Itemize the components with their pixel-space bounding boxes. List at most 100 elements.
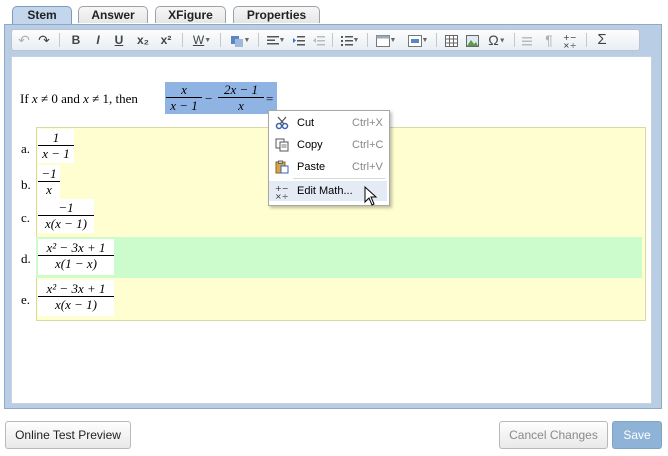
online-test-preview-button[interactable]: Online Test Preview (5, 421, 131, 449)
special-char-dropdown[interactable]: Ω▼ (484, 31, 510, 49)
numbered-list-icon (340, 35, 353, 46)
cancel-changes-button[interactable]: Cancel Changes (499, 421, 608, 449)
stem-equals: = (266, 91, 274, 106)
stem-one: 1, (102, 91, 113, 106)
stem-prefix: If (20, 91, 29, 106)
menu-item-shortcut: Ctrl+V (352, 161, 383, 173)
question-stem[interactable]: If x ≠ 0 and x ≠ 1, then (20, 91, 138, 107)
math-edit-icon: +− ×÷ (275, 184, 289, 201)
omega-icon: Ω (488, 32, 499, 48)
menu-divider (293, 178, 385, 179)
stem-and: and (61, 91, 80, 106)
tab-answer[interactable]: Answer (78, 6, 148, 23)
chevron-down-icon: ▼ (421, 36, 429, 44)
subscript-button[interactable]: x₂ (133, 31, 153, 49)
context-menu-cut[interactable]: Cut Ctrl+X (269, 113, 387, 133)
save-button[interactable]: Save (612, 421, 662, 449)
fraction-denominator: x − 1 (170, 98, 198, 113)
toolbar-divider (514, 33, 515, 47)
paste-icon (275, 160, 289, 174)
answer-label: e. (21, 292, 31, 307)
stem-var: x (83, 91, 89, 106)
format-icon (407, 34, 422, 47)
editor-toolbar: ↶ ↷ B I U x₂ x² W▼ ▼ ▼ ▼ ▼ ▼ Ω▼ ¶ +− ×÷ Σ (11, 29, 640, 51)
align-left-icon (266, 35, 279, 45)
tab-xfigure[interactable]: XFigure (155, 6, 226, 23)
context-menu-paste[interactable]: Paste Ctrl+V (269, 157, 387, 177)
align-dropdown[interactable]: ▼ (263, 31, 289, 49)
answer-fraction: 1 x − 1 (38, 130, 74, 161)
answer-fraction: −1 x(x − 1) (38, 200, 94, 231)
list-dropdown[interactable]: ▼ (337, 31, 363, 49)
insert-table-button[interactable] (442, 31, 460, 49)
fraction-denominator: x − 1 (42, 146, 70, 161)
translate-dropdown[interactable]: ▼ (225, 31, 255, 49)
tab-stem[interactable]: Stem (12, 6, 72, 25)
fraction-numerator: 2x − 1 (218, 82, 264, 98)
answer-fraction: x² − 3x + 1 x(1 − x) (38, 240, 114, 271)
stem-then: then (115, 91, 138, 106)
indent-icon (293, 35, 305, 46)
stem-neq: ≠ (92, 91, 100, 106)
answer-label: c. (21, 210, 31, 225)
fraction-denominator: x (46, 182, 52, 197)
tab-properties[interactable]: Properties (233, 6, 320, 23)
table-style-dropdown[interactable]: ▼ (372, 31, 400, 49)
copy-icon (275, 138, 289, 152)
menu-item-label: Copy (297, 139, 323, 151)
equation-button[interactable]: Σ (593, 31, 611, 49)
chevron-down-icon: ▼ (389, 36, 397, 44)
chevron-down-icon: ▼ (243, 36, 251, 44)
chevron-down-icon: ▼ (352, 36, 360, 44)
toolbar-divider (182, 33, 183, 47)
toolbar-divider (332, 33, 333, 47)
fraction-denominator: x(1 − x) (55, 256, 97, 271)
redo-button[interactable]: ↷ (36, 31, 52, 49)
menu-item-label: Cut (297, 117, 315, 129)
svg-text:×÷: ×÷ (563, 41, 576, 49)
word-style-icon: W (192, 33, 205, 47)
svg-text:×÷: ×÷ (275, 192, 288, 200)
translate-icon (230, 35, 243, 47)
fraction-denominator: x(x − 1) (55, 297, 97, 312)
italic-button[interactable]: I (90, 31, 106, 49)
answer-label: d. (21, 251, 31, 266)
table-icon (444, 34, 458, 47)
indent-button[interactable] (291, 31, 307, 49)
fraction-denominator: x (238, 98, 244, 113)
lines-icon (522, 36, 532, 46)
stem-fraction-1: x x − 1 (166, 82, 202, 113)
fraction-denominator: x(x − 1) (45, 216, 87, 231)
context-menu-copy[interactable]: Copy Ctrl+C (269, 135, 387, 155)
superscript-button[interactable]: x² (156, 31, 176, 49)
math-button[interactable]: +− ×÷ (561, 31, 581, 50)
answer-label: b. (21, 177, 31, 192)
undo-button[interactable]: ↶ (16, 31, 32, 49)
bold-button[interactable]: B (68, 31, 84, 49)
stem-neq: ≠ (40, 91, 49, 106)
format-dropdown[interactable]: ▼ (404, 31, 432, 49)
show-blocks-button[interactable]: ¶ (541, 31, 557, 49)
answer-fraction: x² − 3x + 1 x(x − 1) (38, 281, 114, 312)
toolbar-divider (220, 33, 221, 47)
math-operators-icon: +−×÷ (563, 33, 576, 50)
toolbar-divider (436, 33, 437, 47)
toolbar-divider (367, 33, 368, 47)
insert-image-button[interactable] (463, 31, 481, 49)
underline-button[interactable]: U (111, 31, 127, 49)
correct-answer-highlight (36, 237, 642, 278)
mouse-cursor-icon (364, 186, 378, 206)
toolbar-divider (586, 33, 587, 47)
scissors-icon (275, 116, 289, 130)
chevron-down-icon: ▼ (498, 37, 506, 45)
outdent-button[interactable] (311, 31, 327, 49)
fraction-numerator: x² − 3x + 1 (38, 240, 114, 256)
fraction-numerator: x (166, 82, 202, 98)
fraction-numerator: −1 (38, 166, 60, 182)
menu-item-shortcut: Ctrl+C (352, 139, 384, 151)
toolbar-divider (59, 33, 60, 47)
block-format-button[interactable] (519, 31, 535, 49)
word-style-dropdown[interactable]: W▼ (188, 31, 216, 49)
menu-item-shortcut: Ctrl+X (352, 117, 383, 129)
answer-fraction: −1 x (38, 166, 60, 197)
